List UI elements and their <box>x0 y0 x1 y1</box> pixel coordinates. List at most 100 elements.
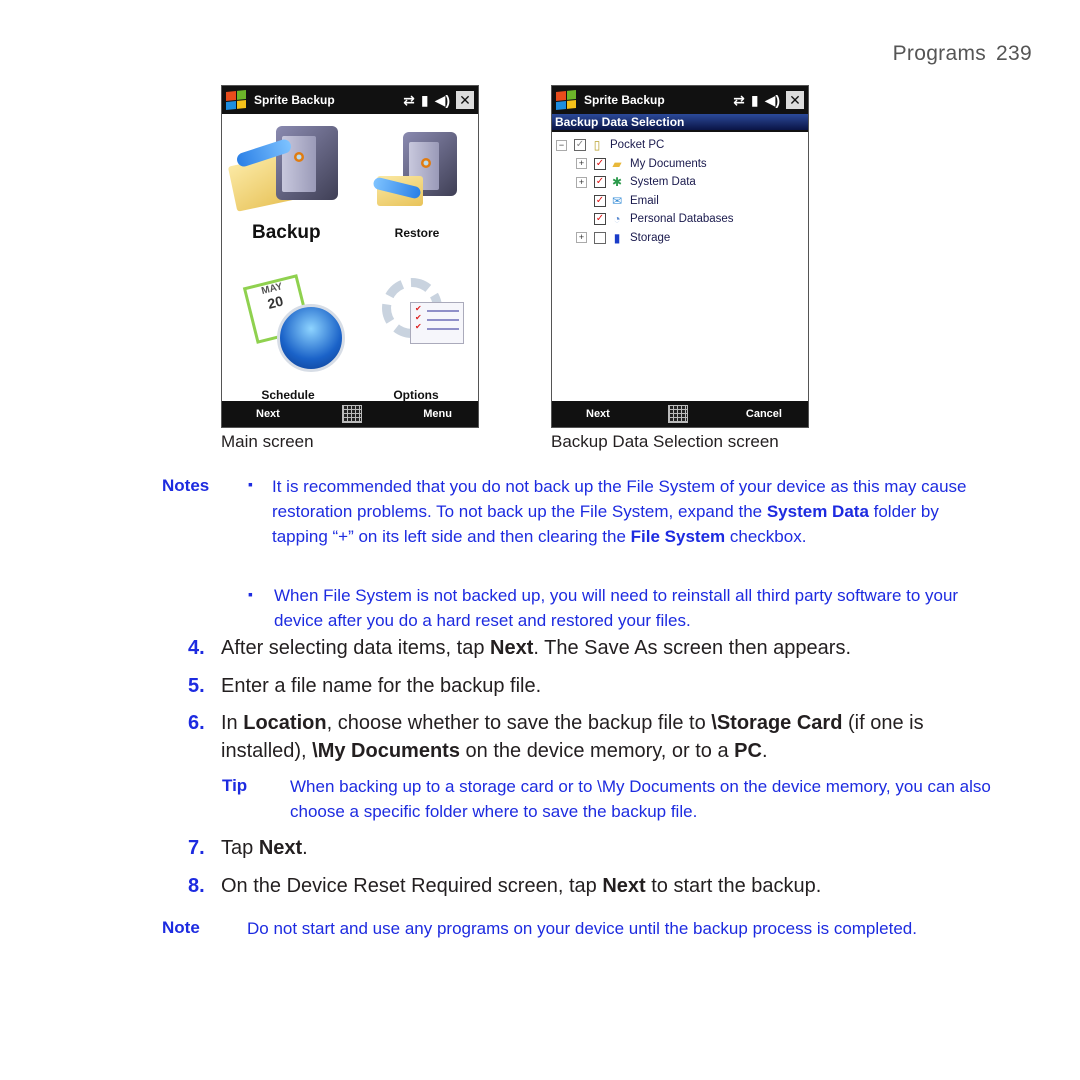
tree-label: My Documents <box>630 157 707 170</box>
step-number: 6. <box>188 712 205 734</box>
tree-label: System Data <box>630 176 696 189</box>
section-title: Backup Data Selection <box>552 114 808 132</box>
data-tree: − ✓ ▯ Pocket PC + ✓ ▰ My Documents + ✓ ✱… <box>552 132 808 247</box>
title-bar: Sprite Backup ⇄ ▮ ◀) ✕ <box>222 86 478 114</box>
checkbox[interactable] <box>594 231 606 244</box>
system-data-icon: ✱ <box>611 175 623 190</box>
step-number: 5. <box>188 675 205 697</box>
backup-label: Backup <box>252 222 321 243</box>
app-title: Sprite Backup <box>254 93 335 107</box>
bold-term: \Storage Card <box>711 712 843 734</box>
step-text: On the Device Reset Required screen, tap… <box>221 875 821 897</box>
restore-label: Restore <box>394 226 440 240</box>
bold-term: \My Documents <box>312 740 460 762</box>
tree-node-pocket-pc[interactable]: − ✓ ▯ Pocket PC <box>552 136 808 155</box>
step-text: Tap Next. <box>221 837 308 859</box>
keyboard-icon[interactable] <box>341 405 362 423</box>
windows-start-icon[interactable] <box>226 89 246 111</box>
signal-icon[interactable]: ▮ <box>421 92 429 109</box>
section-name: Programs <box>892 42 987 65</box>
text-run: Enter a file name for the backup file. <box>221 675 542 697</box>
step-number: 4. <box>188 637 205 659</box>
tree-node-personal-databases[interactable]: ✓ ◔ Personal Databases <box>552 210 808 229</box>
schedule-calendar-clock-icon: MAY 20 <box>233 274 345 374</box>
tree-node-system-data[interactable]: + ✓ ✱ System Data <box>552 173 808 192</box>
text-run: Tap <box>221 837 259 859</box>
selection-screen-caption: Backup Data Selection screen <box>551 432 779 451</box>
connectivity-icon[interactable]: ⇄ <box>403 92 415 109</box>
softkey-bar: Next Menu <box>222 401 478 427</box>
close-icon[interactable]: ✕ <box>456 91 474 109</box>
text-run: on the device memory, or to a <box>459 740 735 762</box>
bold-term: System Data <box>766 502 869 521</box>
checkbox[interactable]: ✓ <box>594 194 606 207</box>
checkbox[interactable]: ✓ <box>594 157 606 170</box>
note-item-1: It is recommended that you do not back u… <box>272 474 972 549</box>
windows-start-icon[interactable] <box>556 89 576 111</box>
keyboard-icon[interactable] <box>667 405 688 423</box>
text-run: . <box>761 740 768 762</box>
text-run: , choose whether to save the backup file… <box>326 712 712 734</box>
volume-icon[interactable]: ◀) <box>435 92 450 109</box>
close-icon[interactable]: ✕ <box>786 91 804 109</box>
step-text: After selecting data items, tap Next. Th… <box>221 637 851 659</box>
backup-tile[interactable]: Backup <box>226 120 350 244</box>
expand-toggle[interactable]: + <box>576 232 587 244</box>
notes-label: Notes <box>162 476 210 495</box>
storage-card-icon: ▮ <box>613 230 621 245</box>
backup-data-selection-figure: Sprite Backup ⇄ ▮ ◀) ✕ Backup Data Selec… <box>551 85 809 428</box>
bold-term: PC <box>734 740 762 762</box>
pocket-pc-icon: ▯ <box>593 138 601 153</box>
checkbox[interactable]: ✓ <box>594 176 606 189</box>
schedule-label: Schedule <box>261 388 315 402</box>
cancel-softkey[interactable]: Cancel <box>746 408 782 420</box>
tree-node-email[interactable]: ✓ ✉ Email <box>552 192 808 211</box>
step-text: In Location, choose whether to save the … <box>221 709 998 765</box>
options-gear-checklist-icon <box>364 274 468 374</box>
restore-tile[interactable]: Restore <box>362 132 472 240</box>
connectivity-icon[interactable]: ⇄ <box>733 92 745 109</box>
next-softkey[interactable]: Next <box>256 408 280 420</box>
text-run: checkbox. <box>725 527 807 546</box>
page-number: 239 <box>996 42 1032 65</box>
step-number: 7. <box>188 837 205 859</box>
text-run: On the Device Reset Required screen, tap <box>221 875 603 897</box>
options-label: Options <box>393 388 439 402</box>
text-run: In <box>221 712 244 734</box>
step-8: 8. On the Device Reset Required screen, t… <box>188 872 998 900</box>
backup-safe-icon <box>276 126 338 200</box>
expand-toggle[interactable]: + <box>576 176 587 188</box>
folder-icon: ▰ <box>612 156 622 171</box>
page-header: Programs 239 <box>893 42 1032 66</box>
note-label: Note <box>162 918 200 937</box>
softkey-bar: Next Cancel <box>552 401 808 427</box>
tree-label: Storage <box>630 231 671 244</box>
step-7: 7. Tap Next. <box>188 834 998 862</box>
step-text: Enter a file name for the backup file. <box>221 675 541 697</box>
collapse-toggle[interactable]: − <box>556 139 567 151</box>
volume-icon[interactable]: ◀) <box>765 92 780 109</box>
bold-term: Next <box>490 637 534 659</box>
signal-icon[interactable]: ▮ <box>751 92 759 109</box>
expand-toggle[interactable]: + <box>576 158 587 170</box>
menu-softkey[interactable]: Menu <box>423 408 452 420</box>
bullet-icon: ▪ <box>248 476 253 492</box>
bullet-icon: ▪ <box>248 586 253 602</box>
step-5: 5. Enter a file name for the backup file. <box>188 672 998 700</box>
step-6: 6. In Location, choose whether to save t… <box>188 709 998 765</box>
tip-text: When backing up to a storage card or to … <box>290 777 991 821</box>
next-softkey[interactable]: Next <box>586 408 610 420</box>
checkbox[interactable]: ✓ <box>574 139 586 152</box>
tree-label: Pocket PC <box>610 139 665 152</box>
text-run: . The Save As screen then appears. <box>533 637 851 659</box>
schedule-tile[interactable]: MAY 20 Schedule <box>228 274 348 402</box>
title-bar: Sprite Backup ⇄ ▮ ◀) ✕ <box>552 86 808 114</box>
main-screen-caption: Main screen <box>221 432 314 451</box>
step-4: 4. After selecting data items, tap Next. … <box>188 634 998 662</box>
checkbox[interactable]: ✓ <box>594 213 606 226</box>
tree-node-my-documents[interactable]: + ✓ ▰ My Documents <box>552 155 808 174</box>
options-tile[interactable]: Options <box>360 274 472 402</box>
tree-node-storage[interactable]: + ▮ Storage <box>552 229 808 248</box>
app-title: Sprite Backup <box>584 93 665 107</box>
